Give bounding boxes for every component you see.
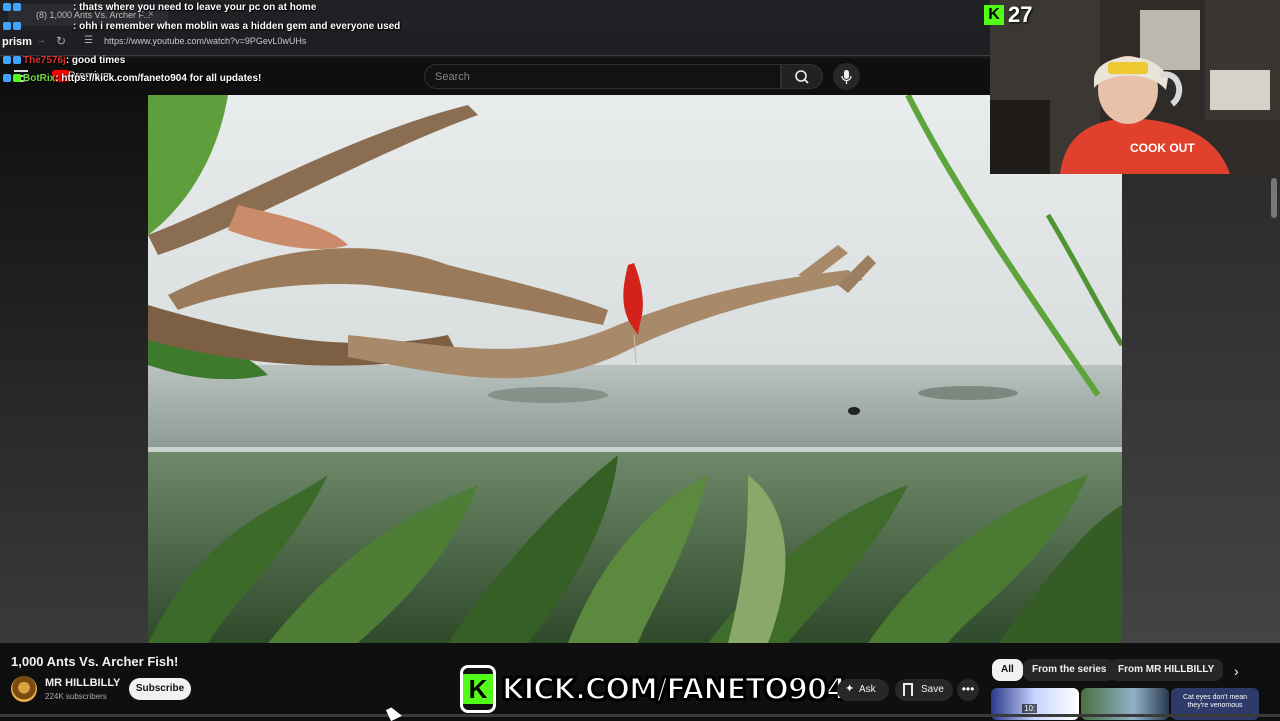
search-icon (795, 70, 809, 84)
url-field[interactable]: https://www.youtube.com/watch?v=9PGevL0w… (104, 36, 306, 46)
chat-username: BotRix (23, 73, 56, 84)
kick-banner: K KICK.COM/FANETO904 (460, 665, 847, 713)
webcam-image: COOK OUT (990, 0, 1280, 174)
svg-text:COOK OUT: COOK OUT (1130, 141, 1195, 155)
reload-icon[interactable]: ↻ (56, 34, 66, 48)
video-player[interactable] (148, 95, 1122, 643)
kick-viewer-count: K 27 (984, 2, 1032, 28)
chip-from-series[interactable]: From the series (1023, 659, 1116, 681)
viewer-count: 27 (1008, 2, 1033, 27)
chat-username: The7576j (23, 55, 66, 66)
page-scrollbar[interactable] (1271, 178, 1277, 218)
kick-url-text: KICK.COM/FANETO904 (501, 671, 847, 707)
chat-badge-icon (3, 3, 11, 11)
subscribe-button[interactable]: Subscribe (129, 678, 191, 700)
chat-badge-icon (3, 22, 11, 30)
chat-message: : ohh i remember when moblin was a hidde… (3, 21, 400, 32)
chat-badge-icon (3, 74, 11, 82)
channel-name[interactable]: MR HILLBILLY (45, 677, 120, 689)
search-input[interactable]: Search (424, 64, 781, 89)
search-button[interactable] (781, 64, 823, 89)
video-frame (148, 95, 1122, 643)
chevron-right-icon[interactable]: › (1234, 663, 1239, 679)
kick-k-glyph: K (463, 674, 493, 704)
voice-search-button[interactable] (833, 63, 860, 90)
bookmark-icon (903, 683, 913, 696)
browser-brand: prism (2, 36, 32, 48)
chat-badge-icon (13, 3, 21, 11)
sparkle-icon: ✦ (845, 683, 855, 695)
thumbnail-caption: Cat eyes don't mean they're venomous (1183, 694, 1247, 709)
subscriber-count: 224K subscribers (45, 692, 107, 701)
chat-message: BotRix: https://kick.com/faneto904 for a… (3, 73, 261, 84)
channel-avatar[interactable] (11, 676, 37, 702)
video-title: 1,000 Ants Vs. Archer Fish! (11, 654, 179, 669)
chip-from-channel[interactable]: From MR HILLBILLY (1109, 659, 1224, 681)
chat-text: : https://kick.com/faneto904 for all upd… (55, 73, 262, 84)
chat-badge-icon (13, 56, 21, 64)
chat-message: : thats where you need to leave your pc … (3, 2, 316, 13)
chat-badge-icon (13, 22, 21, 30)
kick-logo-icon: K (460, 665, 496, 713)
webcam-feed: COOK OUT (990, 0, 1280, 174)
left-ambient-area (0, 95, 148, 643)
chat-text: : thats where you need to leave your pc … (73, 2, 317, 13)
forward-icon[interactable]: → (36, 35, 46, 46)
chat-text: : ohh i remember when moblin was a hidde… (73, 21, 401, 32)
right-ambient-area (1122, 174, 1280, 643)
microphone-icon (841, 70, 852, 84)
more-actions-button[interactable]: ••• (957, 679, 979, 701)
chip-all[interactable]: All (992, 659, 1023, 681)
site-info-icon[interactable]: ☰ (84, 35, 93, 46)
video-progress-bar[interactable] (0, 714, 1280, 717)
kick-logo-icon: K (984, 5, 1004, 25)
thumbnail-duration: 10: (1022, 704, 1038, 713)
chat-badge-icon (3, 56, 11, 64)
chat-badge-icon (13, 74, 21, 82)
chat-message: The7576j: good times (3, 55, 125, 66)
chat-text: : good times (65, 55, 126, 66)
